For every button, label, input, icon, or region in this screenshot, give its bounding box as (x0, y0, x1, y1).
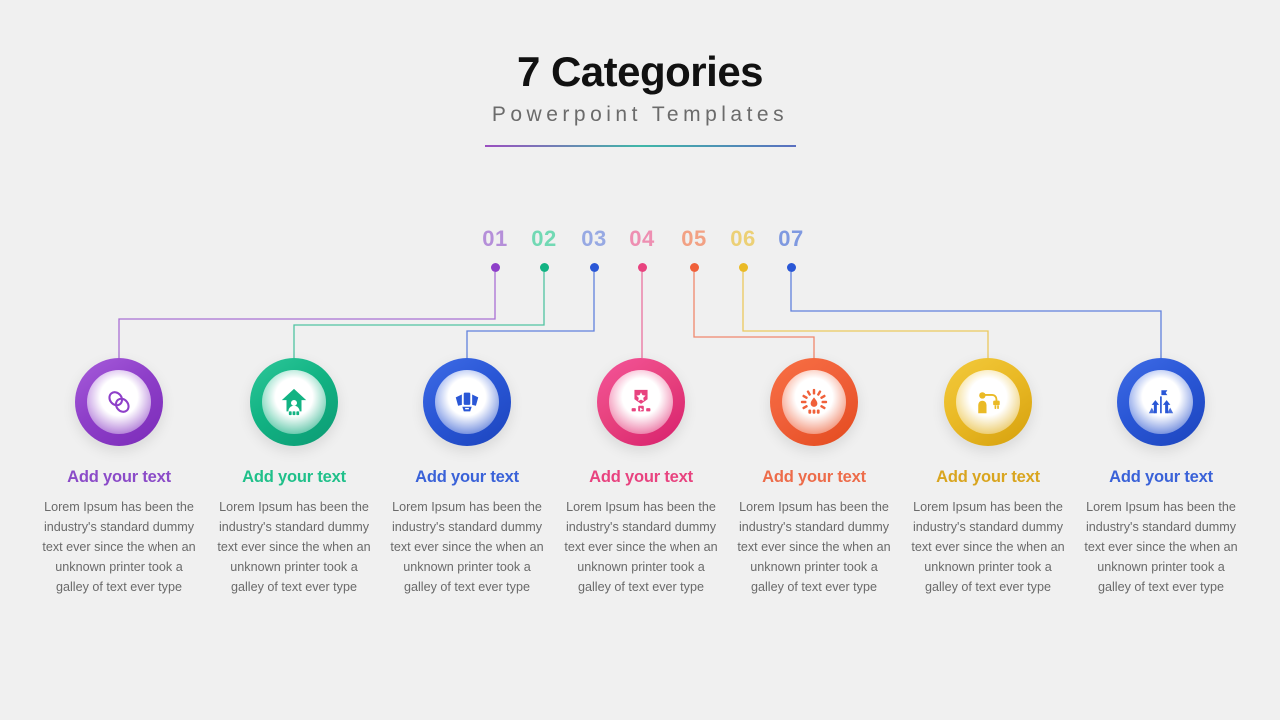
page-title: 7 Categories (516, 48, 764, 95)
category-title-06: Add your text (936, 468, 1040, 486)
category-body-03: Lorem Ipsum has been the industry's stan… (390, 500, 544, 594)
connector-line-06 (742, 272, 989, 358)
category-body-01: Lorem Ipsum has been the industry's stan… (42, 500, 196, 594)
step-marker-dot-05 (689, 263, 699, 272)
step-marker-dot-06 (738, 263, 748, 272)
home-family-icon (279, 387, 309, 417)
award-badge-icon (626, 387, 656, 417)
step-marker-dot-02 (539, 263, 549, 272)
step-number-01: 01 (482, 226, 508, 251)
connector-line-05 (693, 272, 815, 358)
title-underline-rule (484, 145, 796, 148)
page-subtitle: Powerpoint Templates (491, 103, 789, 127)
step-number-02: 02 (531, 226, 557, 251)
category-body-02: Lorem Ipsum has been the industry's stan… (217, 500, 371, 594)
person-plug-icon (973, 387, 1003, 417)
category-column-04[interactable]: Add your text Lorem Ipsum has been the in… (555, 358, 727, 597)
category-icon-badge-07[interactable] (1117, 358, 1205, 446)
chain-link-icon (104, 387, 134, 417)
toolbox-icon (452, 387, 482, 417)
step-number-06: 06 (730, 226, 756, 251)
step-number-07: 07 (778, 226, 804, 251)
category-column-01[interactable]: Add your text Lorem Ipsum has been the in… (33, 358, 205, 597)
category-title-02: Add your text (242, 468, 346, 486)
step-marker-dot-03 (589, 263, 599, 272)
category-column-07[interactable]: Add your text Lorem Ipsum has been the in… (1075, 358, 1247, 597)
connector-line-01 (118, 272, 496, 358)
category-icon-badge-04[interactable] (597, 358, 685, 446)
category-title-01: Add your text (67, 468, 171, 486)
gauge-icon (799, 387, 829, 417)
category-title-07: Add your text (1109, 468, 1213, 486)
category-icon-badge-03[interactable] (423, 358, 511, 446)
step-number-04: 04 (629, 226, 655, 251)
slide-canvas: 7 Categories Powerpoint Templates 01 02 03… (0, 0, 1280, 720)
category-body-04: Lorem Ipsum has been the industry's stan… (564, 500, 718, 594)
connector-line-02 (293, 272, 545, 358)
category-icon-badge-06[interactable] (944, 358, 1032, 446)
category-body-07: Lorem Ipsum has been the industry's stan… (1084, 500, 1238, 594)
connector-line-07 (790, 272, 1162, 358)
category-icon-badge-05[interactable] (770, 358, 858, 446)
step-marker-dot-04 (637, 263, 647, 272)
step-number-05: 05 (681, 226, 707, 251)
category-column-05[interactable]: Add your text Lorem Ipsum has been the in… (728, 358, 900, 597)
growth-flag-icon (1146, 387, 1176, 417)
category-column-06[interactable]: Add your text Lorem Ipsum has been the in… (902, 358, 1074, 597)
connector-line-03 (466, 272, 595, 358)
category-title-05: Add your text (762, 468, 866, 486)
step-marker-dot-07 (786, 263, 796, 272)
category-icon-badge-01[interactable] (75, 358, 163, 446)
category-column-02[interactable]: Add your text Lorem Ipsum has been the in… (208, 358, 380, 597)
category-body-06: Lorem Ipsum has been the industry's stan… (911, 500, 1065, 594)
category-title-03: Add your text (415, 468, 519, 486)
step-marker-dot-01 (490, 263, 500, 272)
category-body-05: Lorem Ipsum has been the industry's stan… (737, 500, 891, 594)
category-icon-badge-02[interactable] (250, 358, 338, 446)
slide-header: 7 Categories Powerpoint Templates (0, 48, 1280, 148)
step-number-03: 03 (581, 226, 607, 251)
category-title-04: Add your text (589, 468, 693, 486)
category-column-03[interactable]: Add your text Lorem Ipsum has been the in… (381, 358, 553, 597)
